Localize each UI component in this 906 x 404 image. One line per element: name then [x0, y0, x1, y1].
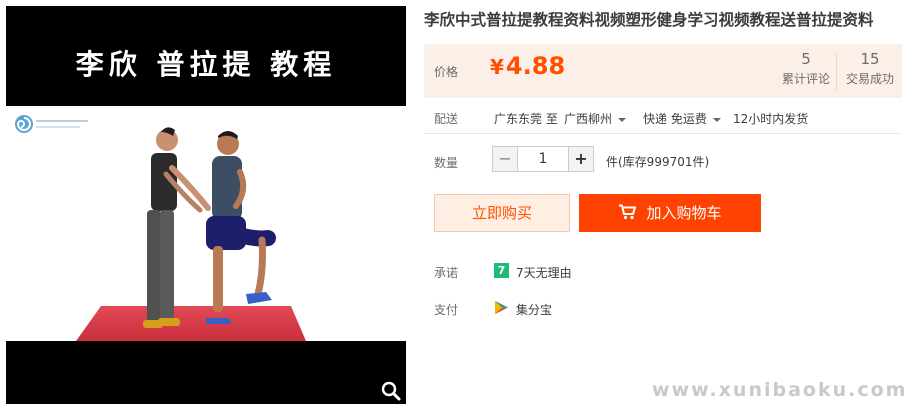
chevron-down-icon	[618, 117, 627, 122]
currency-symbol: ¥	[490, 55, 504, 79]
shipping-label: 配送	[434, 112, 459, 126]
site-watermark: www.xunibaoku.com	[652, 379, 906, 401]
jifenbao-icon	[495, 301, 508, 314]
product-gallery[interactable]: 李欣 普拉提 教程	[6, 6, 406, 404]
quantity-input[interactable]	[518, 146, 568, 172]
sales-count: 15	[860, 50, 880, 68]
destination-value: 广西柳州	[564, 112, 613, 126]
quantity-label: 数量	[434, 156, 459, 170]
decrease-quantity-button[interactable]: −	[492, 146, 518, 172]
destination-select[interactable]: 广西柳州	[564, 110, 627, 127]
payment-label: 支付	[434, 303, 459, 317]
product-photo	[6, 106, 406, 341]
sales-count-label: 交易成功	[845, 72, 894, 86]
increase-quantity-button[interactable]: +	[568, 146, 594, 172]
price-value: ¥4.88	[490, 52, 565, 80]
price-amount: 4.88	[505, 52, 566, 80]
shipping-method-value: 快递 免运费	[643, 112, 707, 126]
price-label: 价格	[434, 65, 459, 79]
add-to-cart-button[interactable]: 加入购物车	[579, 194, 761, 232]
magnifier-icon[interactable]	[380, 380, 402, 402]
promise-text[interactable]: 7天无理由	[516, 264, 572, 281]
buy-now-button[interactable]: 立即购买	[434, 194, 570, 232]
section-divider	[424, 133, 902, 134]
review-count-stat[interactable]: 5 累计评论	[776, 48, 836, 88]
dispatch-time: 12小时内发货	[733, 112, 809, 126]
stock-info: 件(库存999701件)	[606, 155, 710, 169]
price-panel: 价格 ¥4.88 5 累计评论 15 交易成功	[424, 44, 902, 98]
seven-day-return-icon: 7	[494, 263, 509, 278]
product-title: 李欣中式普拉提教程资料视频塑形健身学习视频教程送普拉提资料	[424, 11, 874, 29]
sales-count-stat[interactable]: 15 交易成功	[840, 48, 900, 88]
shipping-method-select[interactable]: 快递 免运费	[643, 110, 721, 127]
promise-label: 承诺	[434, 266, 459, 280]
banner-title: 李欣 普拉提 教程	[6, 6, 406, 106]
quantity-stepper: − +	[492, 146, 594, 172]
cart-icon	[619, 204, 637, 220]
stat-divider	[836, 52, 837, 90]
review-count: 5	[801, 50, 811, 68]
review-count-label: 累计评论	[781, 72, 830, 86]
chevron-down-icon	[712, 117, 721, 122]
payment-text: 集分宝	[516, 303, 553, 317]
add-to-cart-label: 加入购物车	[646, 204, 722, 222]
pilates-figures	[76, 127, 306, 341]
shipping-origin: 广东东莞 至	[494, 112, 558, 126]
